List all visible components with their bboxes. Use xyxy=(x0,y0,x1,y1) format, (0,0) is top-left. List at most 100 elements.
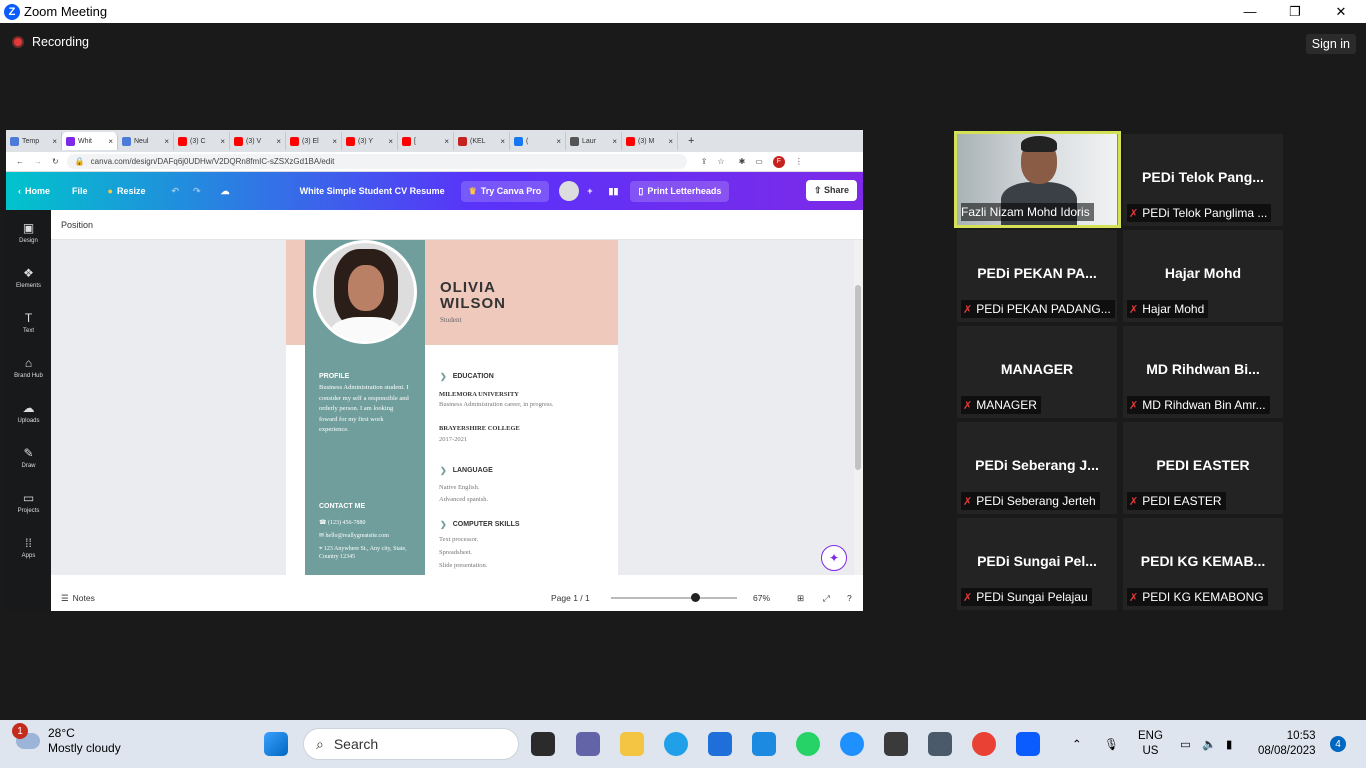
language-text-2[interactable]: Advanced spanish. xyxy=(439,495,488,505)
sidebar-item-draw[interactable]: ✎ Draw xyxy=(6,435,51,480)
redo-icon[interactable]: ↷ xyxy=(193,186,201,197)
share-page-icon[interactable]: ⇪ xyxy=(701,157,708,166)
minimize-button[interactable]: — xyxy=(1227,0,1273,23)
scrollbar-thumb[interactable] xyxy=(855,285,861,470)
sidebar-item-elements[interactable]: ❖ Elements xyxy=(6,255,51,300)
notes-app-icon[interactable] xyxy=(884,732,908,756)
start-icon[interactable] xyxy=(264,732,288,756)
sidebar-item-projects[interactable]: ▭ Projects xyxy=(6,480,51,525)
clock[interactable]: 10:53 08/08/2023 xyxy=(1258,720,1316,768)
whatsapp-icon[interactable] xyxy=(796,732,820,756)
zoom-percent[interactable]: 67% xyxy=(753,593,770,603)
notes-icon[interactable]: ☰ xyxy=(61,593,69,604)
browser-tab[interactable]: (3) C × xyxy=(174,132,230,150)
tab-close-icon[interactable]: × xyxy=(332,137,337,146)
cloud-save-icon[interactable]: ☁ xyxy=(221,186,230,197)
resume-name[interactable]: OLIVIA WILSON xyxy=(440,280,506,312)
tab-close-icon[interactable]: × xyxy=(164,137,169,146)
undo-icon[interactable]: ↶ xyxy=(172,186,180,197)
add-collaborator-icon[interactable]: + xyxy=(587,186,592,196)
tab-close-icon[interactable]: × xyxy=(612,137,617,146)
sidebar-item-design[interactable]: ▣ Design xyxy=(6,210,51,255)
maximize-button[interactable]: ❐ xyxy=(1272,0,1318,23)
browser-tab[interactable]: Laur × xyxy=(566,132,622,150)
fullscreen-icon[interactable]: ⤢ xyxy=(823,593,830,604)
tab-close-icon[interactable]: × xyxy=(52,137,57,146)
language-indicator[interactable]: ENG US xyxy=(1138,720,1163,768)
sidebar-item-uploads[interactable]: ☁ Uploads xyxy=(6,390,51,435)
participant-tile[interactable]: Hajar Mohd ✗ Hajar Mohd xyxy=(1123,230,1283,322)
tab-close-icon[interactable]: × xyxy=(108,137,113,146)
browser-tab[interactable]: (KEL × xyxy=(454,132,510,150)
participant-tile[interactable]: MANAGER ✗ MANAGER xyxy=(957,326,1117,418)
participant-tile[interactable]: MD Rihdwan Bi... ✗ MD Rihdwan Bin Amr... xyxy=(1123,326,1283,418)
tab-close-icon[interactable]: × xyxy=(500,137,505,146)
forward-icon[interactable]: → xyxy=(34,157,42,166)
tab-close-icon[interactable]: × xyxy=(556,137,561,146)
recording-indicator[interactable]: Recording xyxy=(12,35,89,49)
new-tab-button[interactable]: + xyxy=(688,135,694,147)
task-view-icon[interactable] xyxy=(531,732,555,756)
zoom-taskbar-icon[interactable] xyxy=(1016,732,1040,756)
browser-tab[interactable]: (× xyxy=(510,132,566,150)
tray-chevron-icon[interactable]: ⌃ xyxy=(1072,720,1082,768)
tab-close-icon[interactable]: × xyxy=(668,137,673,146)
contact-heading[interactable]: CONTACT ME xyxy=(319,503,365,510)
language-heading[interactable]: ❯ LANGUAGE xyxy=(440,466,493,475)
battery-icon[interactable]: ▮ xyxy=(1226,720,1232,768)
bookmark-icon[interactable]: ☆ xyxy=(717,157,724,166)
skill-2[interactable]: Spreadsheet. xyxy=(439,548,472,558)
file-explorer-icon[interactable] xyxy=(620,732,644,756)
sidepanel-icon[interactable]: ▭ xyxy=(755,157,763,166)
browser-tab[interactable]: Neul × xyxy=(118,132,174,150)
print-button[interactable]: ▯ Print Letterheads xyxy=(630,180,730,202)
help-icon[interactable]: ? xyxy=(847,593,852,603)
address-row[interactable]: ⌖ 123 Anywhere St., Any city, State, Cou… xyxy=(319,545,407,561)
participant-tile[interactable]: PEDi Seberang J... ✗ PEDi Seberang Jerteh xyxy=(957,422,1117,514)
resume-page[interactable]: OLIVIA WILSON Student PROFILE Business Ad… xyxy=(286,240,618,575)
tab-close-icon[interactable]: × xyxy=(220,137,225,146)
college-text[interactable]: 2017-2021 xyxy=(439,435,467,445)
university-text[interactable]: Business Administration career, in progr… xyxy=(439,400,579,410)
profile-heading[interactable]: PROFILE xyxy=(319,373,349,380)
signin-button[interactable]: Sign in xyxy=(1305,34,1356,54)
skills-heading[interactable]: ❯ COMPUTER SKILLS xyxy=(440,520,520,529)
participant-tile[interactable]: PEDi Sungai Pel... ✗ PEDi Sungai Pelajau xyxy=(957,518,1117,610)
participant-tile[interactable]: PEDI KG KEMAB... ✗ PEDI KG KEMABONG xyxy=(1123,518,1283,610)
position-button[interactable]: Position xyxy=(61,220,93,230)
tab-close-icon[interactable]: × xyxy=(276,137,281,146)
share-button[interactable]: ⇧ Share xyxy=(805,180,857,201)
notification-badge[interactable]: 4 xyxy=(1330,736,1346,752)
back-icon[interactable]: ← xyxy=(16,157,24,166)
magic-sparkle-icon[interactable]: ✦ xyxy=(821,545,847,571)
volume-icon[interactable]: 🔈 xyxy=(1202,720,1216,768)
vertical-scrollbar[interactable] xyxy=(854,240,863,575)
browser-tab[interactable]: (3) Y × xyxy=(342,132,398,150)
sidebar-item-apps[interactable]: ⁞⁞ Apps xyxy=(6,525,51,570)
mic-icon[interactable]: 🎙 xyxy=(1104,720,1119,768)
college-name[interactable]: BRAYERSHIRE COLLEGE xyxy=(439,425,520,432)
edge-icon[interactable] xyxy=(664,732,688,756)
zoom-slider-thumb[interactable] xyxy=(691,593,701,602)
tab-close-icon[interactable]: × xyxy=(444,137,449,146)
reload-icon[interactable]: ↻ xyxy=(52,157,59,166)
notes-button[interactable]: Notes xyxy=(73,593,95,603)
network-icon[interactable]: ▭ xyxy=(1180,720,1191,768)
myhp-icon[interactable] xyxy=(752,732,776,756)
weather-widget[interactable]: 1 28°C Mostly cloudy xyxy=(12,723,121,756)
url-field[interactable]: 🔒 canva.com/design/DAFq6j0UDHw/V2DQRn8fm… xyxy=(66,154,687,169)
sidebar-item-brand-hub[interactable]: ⌂ Brand Hub xyxy=(6,345,51,390)
participant-tile[interactable]: PEDi PEKAN PA... ✗ PEDi PEKAN PADANG... xyxy=(957,230,1117,322)
file-menu[interactable]: File xyxy=(72,186,88,196)
resume-role[interactable]: Student xyxy=(440,316,461,324)
taskbar-search[interactable]: ⌕ Search xyxy=(303,728,519,760)
store-icon[interactable] xyxy=(708,732,732,756)
participant-tile[interactable]: Fazli Nizam Mohd Idoris xyxy=(954,131,1121,228)
user-avatar[interactable] xyxy=(559,181,580,201)
page-indicator[interactable]: Page 1 / 1 xyxy=(551,593,590,603)
close-button[interactable]: ✕ xyxy=(1318,0,1364,23)
grid-view-icon[interactable]: ⊞ xyxy=(797,593,804,604)
profile-avatar[interactable]: F xyxy=(772,155,785,168)
profile-photo[interactable] xyxy=(313,240,417,344)
browser-tab[interactable]: (3) V × xyxy=(230,132,286,150)
